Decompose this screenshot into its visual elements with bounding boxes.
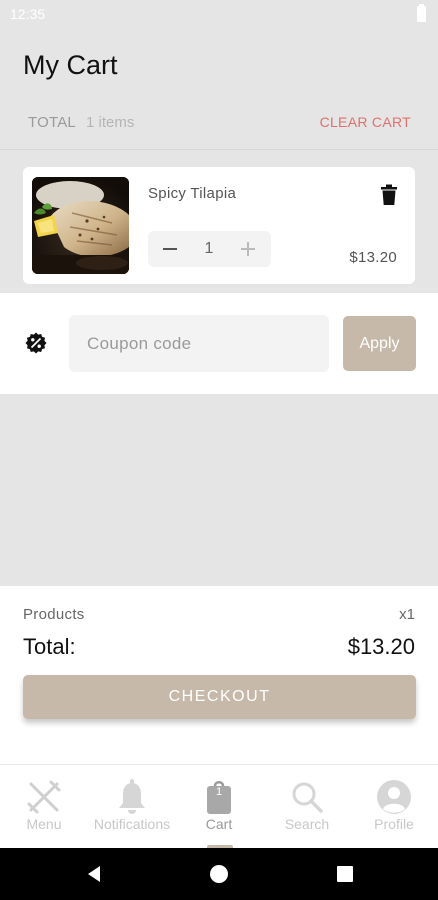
delete-item-button[interactable]	[380, 184, 398, 206]
total-title: Total:	[23, 634, 76, 659]
fork-knife-icon	[25, 778, 63, 816]
nav-label-cart: Cart	[205, 816, 233, 832]
trash-icon	[381, 184, 397, 205]
nav-item-menu[interactable]: Menu	[0, 765, 88, 849]
back-icon[interactable]	[84, 864, 104, 884]
order-summary: Products x1 Total: $13.20 CHECKOUT	[0, 586, 438, 764]
battery-icon	[417, 4, 426, 22]
apply-coupon-button[interactable]: Apply	[343, 316, 416, 371]
home-icon[interactable]	[210, 865, 228, 883]
item-name: Spicy Tilapia	[148, 185, 237, 202]
recent-apps-icon[interactable]	[337, 866, 353, 882]
cart-total-row: TOTAL 1 items CLEAR CART	[0, 110, 438, 136]
nav-label-menu: Menu	[26, 816, 62, 832]
decrease-quantity-button[interactable]	[160, 239, 180, 259]
bell-icon	[113, 778, 151, 816]
cart-badge-count: 1	[216, 786, 222, 798]
items-count: 1 items	[86, 114, 135, 131]
fish-dish-photo	[32, 177, 129, 274]
coupon-code-input[interactable]	[69, 315, 329, 372]
shopping-bag-icon: 1	[200, 778, 238, 816]
nav-label-profile: Profile	[374, 816, 414, 832]
quantity-stepper: 1	[148, 231, 271, 267]
products-count: x1	[399, 606, 415, 623]
system-navigation-bar	[0, 848, 438, 900]
bottom-navigation: Menu Notifications 1 Cart Search Profile	[0, 764, 438, 849]
page-title: My Cart	[23, 50, 118, 80]
products-label: Products	[23, 606, 85, 623]
nav-label-notifications: Notifications	[93, 816, 171, 832]
status-time: 12:35	[10, 6, 46, 22]
total-amount: $13.20	[347, 634, 415, 659]
nav-item-cart[interactable]: 1 Cart	[175, 765, 263, 849]
search-icon	[288, 778, 326, 816]
divider	[0, 149, 438, 150]
item-price: $13.20	[349, 249, 397, 266]
nav-label-search: Search	[284, 816, 330, 832]
checkout-button[interactable]: CHECKOUT	[23, 675, 416, 719]
nav-item-profile[interactable]: Profile	[350, 765, 438, 849]
status-bar: 12:35	[0, 0, 438, 28]
profile-icon	[375, 778, 413, 816]
nav-item-search[interactable]: Search	[263, 765, 351, 849]
nav-item-notifications[interactable]: Notifications	[88, 765, 176, 849]
clear-cart-button[interactable]: CLEAR CART	[320, 114, 411, 130]
discount-badge-icon	[25, 332, 47, 354]
total-label: TOTAL	[28, 114, 76, 131]
quantity-value: 1	[204, 240, 214, 257]
coupon-section: Apply	[0, 293, 438, 394]
cart-item: Spicy Tilapia 1 $13.20	[23, 167, 415, 284]
increase-quantity-button[interactable]	[238, 239, 258, 259]
